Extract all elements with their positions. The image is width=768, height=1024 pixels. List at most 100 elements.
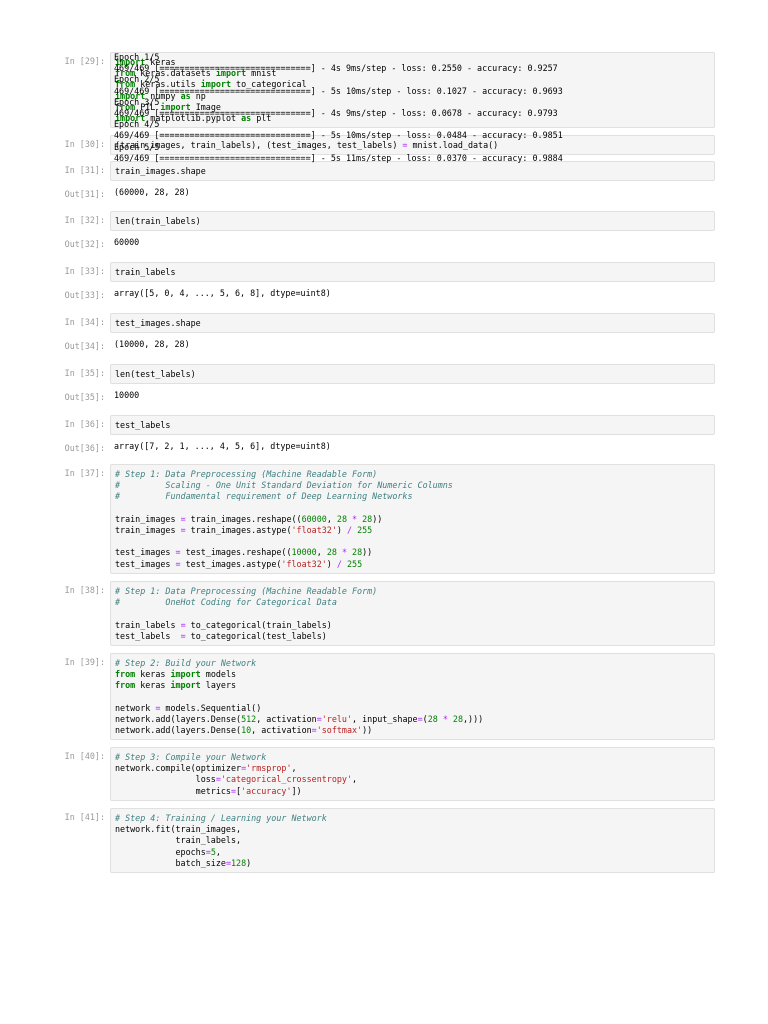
code-line: # Step 1: Data Preprocessing (Machine Re… bbox=[115, 586, 710, 597]
code-editor[interactable]: # Step 4: Training / Learning your Netwo… bbox=[110, 808, 715, 873]
code-line: network.compile(optimizer='rmsprop', bbox=[115, 763, 710, 774]
code-token: train_labels bbox=[115, 267, 176, 277]
code-token: from bbox=[115, 680, 136, 691]
cell-output: (60000, 28, 28) bbox=[114, 187, 714, 198]
code-token: # Scaling - One Unit Standard Deviation … bbox=[115, 480, 453, 491]
code-token: ]) bbox=[291, 785, 302, 796]
code-token: layers bbox=[200, 680, 237, 691]
input-prompt: In [41]: bbox=[64, 812, 105, 822]
code-token: train_images bbox=[115, 524, 181, 535]
code-line: len(train_labels) bbox=[115, 216, 710, 227]
code-token: models bbox=[200, 669, 237, 680]
output-prompt: Out[32]: bbox=[64, 239, 105, 249]
code-editor[interactable]: # Step 2: Build your Network from keras i… bbox=[110, 653, 715, 741]
output-line: 469/469 [==============================]… bbox=[114, 130, 563, 141]
code-line: test_images = test_images.astype('float3… bbox=[115, 559, 710, 570]
code-token: models.Sequential() bbox=[160, 702, 262, 713]
output-line: Epoch 2/5 bbox=[114, 74, 160, 85]
code-line: train_images.shape bbox=[115, 166, 710, 177]
output-line: Epoch 5/5 bbox=[114, 141, 160, 152]
code-token: 28 bbox=[362, 513, 373, 524]
code-line: train_images = train_images.astype('floa… bbox=[115, 525, 710, 536]
code-token: to_categorical(test_labels) bbox=[185, 630, 327, 641]
code-editor[interactable]: train_labels bbox=[110, 262, 715, 283]
code-token: ) bbox=[246, 857, 252, 868]
code-token: 128 bbox=[230, 857, 247, 868]
code-token: 28 bbox=[326, 547, 337, 558]
code-token: train_labels, bbox=[115, 835, 242, 846]
code-token: 'accuracy' bbox=[241, 785, 292, 796]
code-line: test_labels = to_categorical(test_labels… bbox=[115, 631, 710, 642]
output-prompt: Out[34]: bbox=[64, 341, 105, 351]
code-token: network.compile(optimizer bbox=[115, 763, 242, 774]
output-line: (60000, 28, 28) bbox=[114, 187, 190, 197]
code-token: test_labels bbox=[115, 630, 181, 641]
code-token: 'rmsprop' bbox=[246, 763, 292, 774]
code-token: train_images.shape bbox=[115, 166, 206, 176]
code-token: , activation bbox=[256, 713, 317, 724]
input-prompt: In [39]: bbox=[64, 657, 105, 667]
input-prompt: In [31]: bbox=[64, 165, 105, 175]
input-prompt: In [30]: bbox=[64, 139, 105, 149]
code-line: # Step 3: Compile your Network bbox=[115, 752, 710, 763]
code-editor[interactable]: # Step 1: Data Preprocessing (Machine Re… bbox=[110, 464, 715, 574]
code-token: , bbox=[352, 774, 358, 785]
code-token: 512 bbox=[241, 713, 257, 724]
code-token: , bbox=[326, 513, 337, 524]
cell-output: 60000 bbox=[114, 237, 714, 248]
code-token: batch_size bbox=[115, 857, 226, 868]
code-line: # OneHot Coding for Categorical Data bbox=[115, 597, 710, 608]
code-token: 'float32' bbox=[291, 524, 337, 535]
code-token: , bbox=[316, 547, 327, 558]
input-prompt: In [29]: bbox=[64, 56, 105, 66]
code-token: 28 bbox=[427, 713, 438, 724]
code-token: 255 bbox=[357, 524, 373, 535]
output-line: array([7, 2, 1, ..., 4, 5, 6], dtype=uin… bbox=[114, 441, 331, 451]
code-token: test_images bbox=[115, 547, 176, 558]
input-prompt: In [35]: bbox=[64, 368, 105, 378]
code-token: import bbox=[170, 680, 201, 691]
code-token: test_images.astype( bbox=[180, 558, 282, 569]
code-token: 10000 bbox=[291, 547, 317, 558]
code-token: # Step 1: Data Preprocessing (Machine Re… bbox=[115, 586, 378, 596]
code-editor[interactable]: train_images.shape bbox=[110, 161, 715, 182]
code-editor[interactable]: len(train_labels) bbox=[110, 211, 715, 232]
code-token: network.add(layers.Dense( bbox=[115, 713, 242, 724]
code-token: 28 bbox=[336, 513, 347, 524]
code-editor[interactable]: # Step 3: Compile your Network network.co… bbox=[110, 747, 715, 801]
code-token: len(train_labels) bbox=[115, 216, 201, 226]
output-prompt: Out[33]: bbox=[64, 290, 105, 300]
code-token: to_categorical(train_labels) bbox=[185, 619, 332, 630]
output-line: Epoch 4/5 bbox=[114, 119, 160, 130]
code-line: # Step 2: Build your Network bbox=[115, 658, 710, 669]
code-token: 'categorical_crossentropy' bbox=[220, 774, 352, 785]
code-token: # Step 3: Compile your Network bbox=[115, 752, 267, 762]
code-token: network bbox=[115, 702, 156, 713]
code-editor[interactable]: # Step 1: Data Preprocessing (Machine Re… bbox=[110, 581, 715, 646]
code-token: # Step 4: Training / Learning your Netwo… bbox=[115, 813, 327, 823]
code-line: train_images = train_images.reshape((600… bbox=[115, 514, 710, 525]
code-token: 60000 bbox=[301, 513, 327, 524]
cell-output: (10000, 28, 28) bbox=[114, 339, 714, 350]
cell-output: array([5, 0, 4, ..., 5, 6, 8], dtype=uin… bbox=[114, 288, 714, 299]
code-token: 255 bbox=[346, 558, 363, 569]
code-token: train_images bbox=[115, 513, 181, 524]
code-editor[interactable]: test_labels bbox=[110, 415, 715, 436]
code-token: , input_shape bbox=[352, 713, 418, 724]
code-line: network.fit(train_images, bbox=[115, 824, 710, 835]
code-editor[interactable]: test_images.shape bbox=[110, 313, 715, 334]
code-token: 28 bbox=[452, 713, 464, 724]
output-line: 60000 bbox=[114, 237, 140, 247]
input-prompt: In [33]: bbox=[64, 266, 105, 276]
code-token: , bbox=[291, 763, 297, 774]
code-token: train_images.reshape(( bbox=[185, 513, 302, 524]
code-editor[interactable]: len(test_labels) bbox=[110, 364, 715, 385]
code-line: # Step 4: Training / Learning your Netwo… bbox=[115, 813, 710, 824]
code-token: metrics bbox=[115, 785, 231, 796]
output-line: (10000, 28, 28) bbox=[114, 339, 190, 349]
code-line: batch_size=128) bbox=[115, 858, 710, 869]
code-token: keras bbox=[135, 669, 171, 680]
